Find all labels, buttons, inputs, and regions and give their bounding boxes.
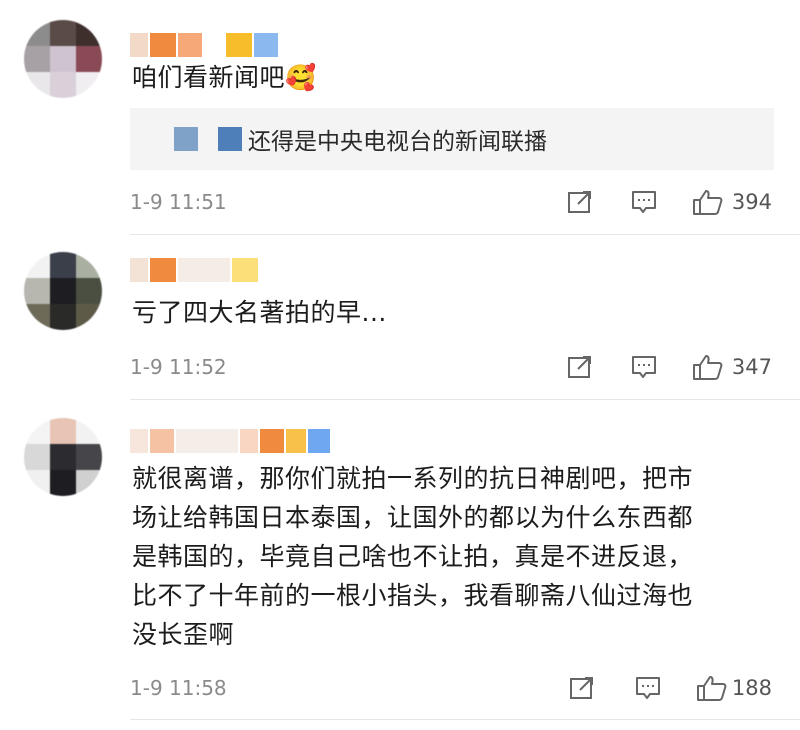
- comment-meta: 1-9 11:58 188: [0, 670, 800, 706]
- timestamp: 1-9 11:58: [130, 676, 227, 700]
- thumbs-up-icon[interactable]: [692, 354, 724, 380]
- comment-line: 是韩国的，毕竟自己啥也不让拍，真是不进反退，: [132, 542, 694, 571]
- reply-text: 还得是中央电视台的新闻联播: [248, 129, 547, 155]
- comment-text: 咱们看新闻吧🥰: [132, 63, 317, 92]
- divider: [130, 719, 800, 720]
- username-blurred[interactable]: [130, 257, 258, 283]
- comment-icon[interactable]: [630, 354, 658, 380]
- comment-icon[interactable]: [630, 189, 658, 215]
- comment-line: 比不了十年前的一根小指头，我看聊斋八仙过海也: [132, 581, 694, 610]
- avatar[interactable]: [24, 252, 102, 330]
- like-count: 347: [731, 355, 772, 379]
- reply-preview[interactable]: 还得是中央电视台的新闻联播: [130, 108, 774, 170]
- comment-meta: 1-9 11:52 347: [0, 349, 800, 385]
- reply-username-blurred: [174, 127, 242, 151]
- username-blurred[interactable]: [130, 428, 330, 454]
- divider: [130, 399, 800, 400]
- avatar[interactable]: [24, 418, 102, 496]
- like-count: 188: [731, 676, 772, 700]
- share-icon[interactable]: [566, 189, 594, 215]
- comment-text: 就很离谱，那你们就拍一系列的抗日神剧吧，把市 场让给韩国日本泰国，让国外的都以为…: [132, 459, 693, 654]
- divider: [130, 234, 800, 235]
- thumbs-up-icon[interactable]: [696, 675, 728, 701]
- comment-icon[interactable]: [634, 675, 662, 701]
- share-icon[interactable]: [568, 675, 596, 701]
- comment-meta: 1-9 11:51 394: [0, 184, 800, 220]
- comment-line: 没长歪啊: [132, 620, 235, 649]
- like-count: 394: [731, 190, 772, 214]
- share-icon[interactable]: [566, 354, 594, 380]
- timestamp: 1-9 11:51: [130, 190, 227, 214]
- thumbs-up-icon[interactable]: [692, 189, 724, 215]
- avatar[interactable]: [24, 20, 102, 98]
- username-blurred[interactable]: [130, 32, 278, 58]
- comment-line: 就很离谱，那你们就拍一系列的抗日神剧吧，把市: [132, 464, 694, 493]
- comment-text: 亏了四大名著拍的早...: [132, 298, 387, 327]
- timestamp: 1-9 11:52: [130, 355, 227, 379]
- comment-line: 场让给韩国日本泰国，让国外的都以为什么东西都: [132, 503, 694, 532]
